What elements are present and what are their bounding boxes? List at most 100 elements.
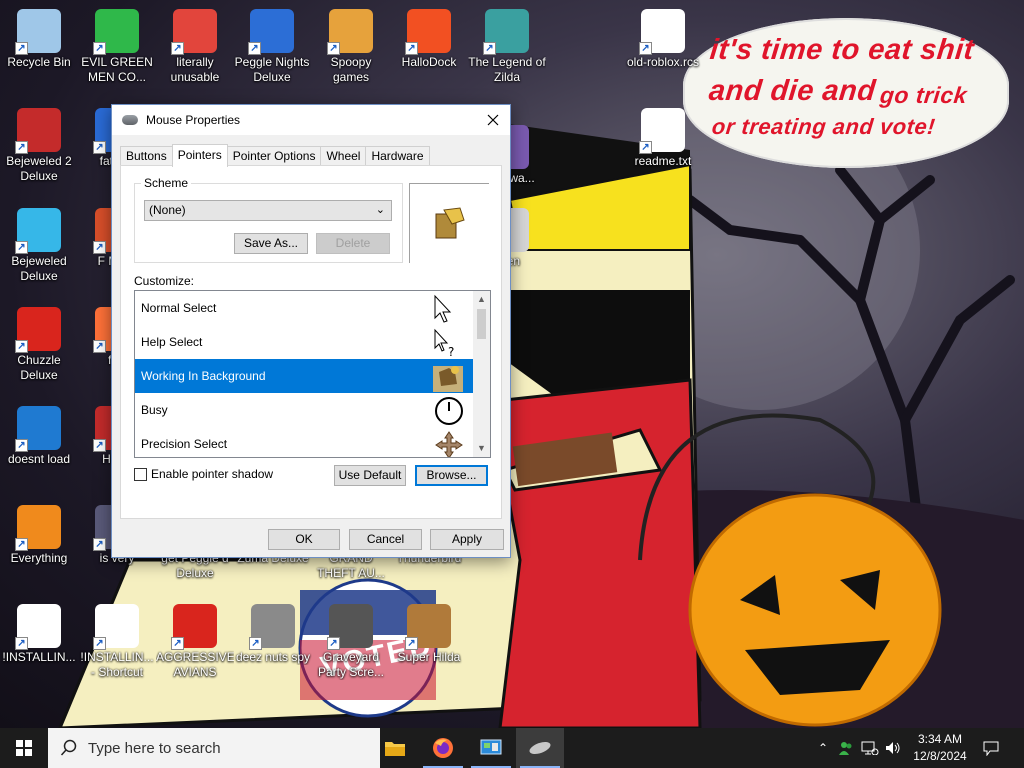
chrome-icon: ↗ — [171, 9, 217, 55]
desktop-icon[interactable]: ↗ deez nuts spy — [234, 600, 312, 665]
desktop-icon[interactable]: ↗ Recycle Bin — [0, 5, 78, 70]
pointer-shadow-checkbox[interactable] — [134, 467, 147, 481]
pointer-shadow-option[interactable]: Enable pointer shadow — [134, 467, 273, 481]
firefox-icon — [433, 738, 453, 758]
speech-text-line-2b: go trick — [878, 82, 969, 108]
desktop-icon-label: !INSTALLIN... — [2, 650, 76, 664]
network-button[interactable] — [858, 728, 882, 768]
shortcut-arrow-icon: ↗ — [249, 637, 262, 650]
custom-animated-cursor-icon — [433, 366, 463, 392]
dialog-titlebar[interactable]: Mouse Properties — [112, 105, 510, 135]
volume-button[interactable] — [882, 728, 904, 768]
scroll-up-icon[interactable]: ▲ — [473, 291, 490, 308]
zelda-game-icon: ↗ — [483, 9, 529, 55]
system-clock[interactable]: 3:34 AM 12/8/2024 — [905, 731, 975, 765]
desktop-icon[interactable]: ↗ readme.txt — [624, 104, 702, 169]
desktop-icon-label: !INSTALLIN... - Shortcut — [80, 650, 154, 679]
taskbar: Type here to search ⌃ 3:34 AM 12/8/2024 — [0, 728, 1024, 768]
cursor-list-scrollbar[interactable]: ▲ ▼ — [473, 291, 490, 457]
shortcut-arrow-icon: ↗ — [405, 42, 418, 55]
use-default-button[interactable]: Use Default — [334, 465, 406, 486]
cursor-row-busy[interactable]: Busy — [135, 393, 490, 427]
desktop-icon[interactable]: ↗ Graveyard Party Scre... — [312, 600, 390, 680]
show-hidden-icons-button[interactable]: ⌃ — [812, 728, 834, 768]
desktop-icon-label: deez nuts spy — [235, 650, 311, 664]
desktop-icon-label: Super Hilda — [397, 650, 461, 664]
close-icon — [487, 114, 499, 126]
desktop-icon-label: Chuzzle Deluxe — [17, 353, 61, 382]
taskbar-search[interactable]: Type here to search — [48, 728, 380, 768]
desktop-icon[interactable]: ↗ The Legend of Zilda — [468, 5, 546, 85]
desktop-icon[interactable]: ↗ doesnt load — [0, 402, 78, 467]
svg-text:?: ? — [448, 345, 454, 358]
start-button[interactable] — [0, 728, 48, 768]
speech-text-line-1: it's time to eat shit — [708, 34, 976, 66]
close-button[interactable] — [476, 105, 510, 135]
desktop-icon[interactable]: ↗ literally unusable — [156, 5, 234, 85]
desktop-icon[interactable]: ↗ !INSTALLIN... — [0, 600, 78, 665]
taskbar-mouse-properties[interactable] — [516, 728, 564, 768]
save-as-button[interactable]: Save As... — [234, 233, 308, 254]
shortcut-arrow-icon: ↗ — [248, 42, 261, 55]
green-men-icon: ↗ — [93, 9, 139, 55]
scroll-down-icon[interactable]: ▼ — [473, 440, 490, 457]
desktop-icon[interactable]: ↗ !INSTALLIN... - Shortcut — [78, 600, 156, 680]
taskbar-file-explorer[interactable] — [371, 728, 419, 768]
desktop-icon[interactable]: ↗ Super Hilda — [390, 600, 468, 665]
shortcut-arrow-icon: ↗ — [93, 42, 106, 55]
cursor-row-label: Normal Select — [141, 301, 217, 315]
users-icon — [839, 742, 852, 755]
tab-strip: Buttons Pointers Pointer Options Wheel H… — [120, 144, 430, 167]
apply-button[interactable]: Apply — [430, 529, 504, 550]
desktop-icon-label: AGGRESSIVE AVIANS — [156, 650, 234, 679]
desktop-icon[interactable]: ↗ HalloDock — [390, 5, 468, 70]
desktop-icon[interactable]: ↗ Peggle Nights Deluxe — [233, 5, 311, 85]
shortcut-arrow-icon: ↗ — [15, 241, 28, 254]
desktop-icon[interactable]: ↗ Chuzzle Deluxe — [0, 303, 78, 383]
tab-wheel[interactable]: Wheel — [320, 146, 367, 166]
desktop-icon[interactable]: ↗ EVIL GREEN MEN CO... — [78, 5, 156, 85]
cancel-button[interactable]: Cancel — [349, 529, 422, 550]
scheme-selected-value: (None) — [149, 203, 186, 217]
desktop-icon[interactable]: ↗ Spoopy games — [312, 5, 390, 85]
shortcut-arrow-icon: ↗ — [93, 241, 106, 254]
ok-button[interactable]: OK — [268, 529, 340, 550]
clock-time: 3:34 AM — [917, 732, 963, 746]
gem-icon: ↗ — [15, 208, 61, 254]
help-cursor-icon: ? — [434, 328, 454, 358]
file-icon: ↗ — [639, 9, 685, 55]
speech-text-line-2: and die and — [707, 75, 878, 107]
action-center-button[interactable] — [978, 728, 1004, 768]
windows-start-icon — [16, 740, 32, 756]
scheme-groupbox: Scheme (None) ⌄ Save As... Delete — [134, 176, 403, 263]
desktop-icon[interactable]: ↗ Everything — [0, 501, 78, 566]
tab-buttons[interactable]: Buttons — [120, 146, 173, 166]
tab-hardware[interactable]: Hardware — [365, 146, 430, 166]
windows-logo-icon: ↗ — [405, 9, 451, 55]
tray-people-icon-button[interactable] — [836, 728, 856, 768]
scheme-dropdown[interactable]: (None) ⌄ — [144, 200, 392, 221]
move-cursor-icon — [435, 431, 463, 457]
tab-pointer-options[interactable]: Pointer Options — [226, 146, 322, 166]
shortcut-arrow-icon: ↗ — [327, 637, 340, 650]
search-placeholder: Type here to search — [88, 739, 221, 757]
desktop-icon[interactable]: ↗ old-roblox.rcs — [624, 5, 702, 70]
desktop-icon-label: literally unusable — [170, 55, 220, 84]
scrollbar-thumb[interactable] — [477, 309, 486, 339]
tab-pointers[interactable]: Pointers — [171, 144, 228, 167]
browse-button[interactable]: Browse... — [415, 465, 488, 486]
desktop-icon[interactable]: ↗ Bejeweled 2 Deluxe — [0, 104, 78, 184]
cursor-row-precision-select[interactable]: Precision Select — [135, 427, 490, 457]
cursor-row-working-in-background[interactable]: Working In Background — [135, 359, 490, 393]
cursor-row-normal-select[interactable]: Normal Select — [135, 291, 490, 325]
recycle-bin-icon: ↗ — [15, 9, 61, 55]
taskbar-firefox[interactable] — [419, 728, 467, 768]
taskbar-control-panel[interactable] — [467, 728, 515, 768]
customize-label: Customize: — [134, 274, 195, 288]
delete-scheme-button[interactable]: Delete — [316, 233, 390, 254]
graveyard-icon: ↗ — [327, 604, 373, 650]
desktop-icon[interactable]: ↗ AGGRESSIVE AVIANS — [156, 600, 234, 680]
desktop-icon[interactable]: ↗ Bejeweled Deluxe — [0, 204, 78, 284]
desktop-icon-label: Recycle Bin — [7, 55, 71, 69]
cursor-row-help-select[interactable]: Help Select ? — [135, 325, 490, 359]
